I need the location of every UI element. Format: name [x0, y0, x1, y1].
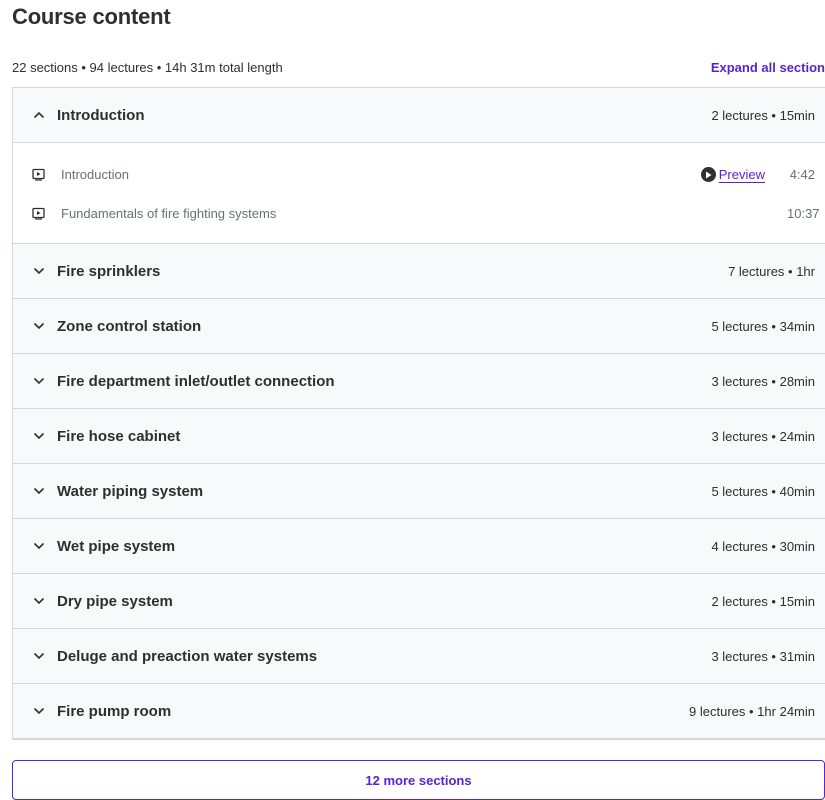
section-title: Zone control station — [57, 317, 202, 335]
section-meta: 5 lectures • 34min — [711, 318, 815, 334]
section-meta: 2 lectures • 15min — [711, 107, 815, 123]
section-title: Dry pipe system — [57, 592, 173, 610]
section-title: Fire department inlet/outlet connection — [57, 372, 335, 390]
expand-all-button[interactable]: Expand all section — [711, 60, 825, 75]
section-header-fire-pump-room[interactable]: Fire pump room 9 lectures • 1hr 24min — [13, 684, 825, 739]
section-title: Introduction — [57, 106, 145, 124]
section-header-wet-pipe-system[interactable]: Wet pipe system 4 lectures • 30min — [13, 519, 825, 574]
lecture-duration: 10:37 — [787, 206, 820, 221]
play-icon — [700, 167, 716, 182]
chevron-down-icon — [33, 375, 45, 387]
chevron-down-icon — [33, 705, 45, 717]
section-header-fire-hose-cabinet[interactable]: Fire hose cabinet 3 lectures • 24min — [13, 409, 825, 464]
section-header-dry-pipe-system[interactable]: Dry pipe system 2 lectures • 15min — [13, 574, 825, 629]
section-meta: 7 lectures • 1hr — [728, 263, 815, 279]
chevron-down-icon — [33, 650, 45, 662]
preview-label: Preview — [718, 167, 765, 182]
section-meta: 2 lectures • 15min — [711, 593, 815, 609]
lecture-title: Introduction — [61, 167, 129, 182]
course-summary: 22 sections • 94 lectures • 14h 31m tota… — [12, 60, 283, 75]
section-meta: 3 lectures • 28min — [711, 373, 815, 389]
video-icon — [31, 207, 45, 221]
section-body-introduction: Introduction Preview 4:42 Fundamentals o… — [13, 143, 825, 244]
section-title: Wet pipe system — [57, 537, 176, 555]
course-sections-accordion: Introduction 2 lectures • 15min Introduc… — [12, 87, 825, 740]
chevron-down-icon — [33, 540, 45, 552]
section-title: Deluge and preaction water systems — [57, 647, 318, 665]
lecture-item[interactable]: Introduction Preview 4:42 — [13, 155, 825, 194]
section-title: Water piping system — [57, 482, 204, 500]
preview-link[interactable]: Preview — [700, 167, 765, 182]
section-header-water-piping-system[interactable]: Water piping system 5 lectures • 40min — [13, 464, 825, 519]
chevron-up-icon — [33, 109, 45, 121]
section-header-fire-sprinklers[interactable]: Fire sprinklers 7 lectures • 1hr — [13, 244, 825, 299]
video-icon — [31, 168, 45, 182]
section-meta: 9 lectures • 1hr 24min — [689, 703, 815, 719]
section-meta: 3 lectures • 31min — [711, 648, 815, 664]
chevron-down-icon — [33, 265, 45, 277]
lecture-item[interactable]: Fundamentals of fire fighting systems 10… — [13, 194, 825, 233]
section-meta: 3 lectures • 24min — [711, 428, 815, 444]
section-meta: 4 lectures • 30min — [711, 538, 815, 554]
chevron-down-icon — [33, 430, 45, 442]
chevron-down-icon — [33, 595, 45, 607]
page-title: Course content — [12, 4, 171, 29]
section-header-deluge-preaction[interactable]: Deluge and preaction water systems 3 lec… — [13, 629, 825, 684]
section-title: Fire pump room — [57, 702, 172, 720]
section-title: Fire sprinklers — [57, 262, 161, 280]
section-header-zone-control-station[interactable]: Zone control station 5 lectures • 34min — [13, 299, 825, 354]
chevron-down-icon — [33, 320, 45, 332]
more-sections-button[interactable]: 12 more sections — [12, 760, 825, 800]
lecture-title: Fundamentals of fire fighting systems — [61, 206, 277, 221]
section-header-fire-department-connection[interactable]: Fire department inlet/outlet connection … — [13, 354, 825, 409]
section-header-introduction[interactable]: Introduction 2 lectures • 15min — [13, 88, 825, 143]
section-title: Fire hose cabinet — [57, 427, 181, 445]
section-meta: 5 lectures • 40min — [711, 483, 815, 499]
lecture-duration: 4:42 — [789, 167, 815, 182]
chevron-down-icon — [33, 485, 45, 497]
